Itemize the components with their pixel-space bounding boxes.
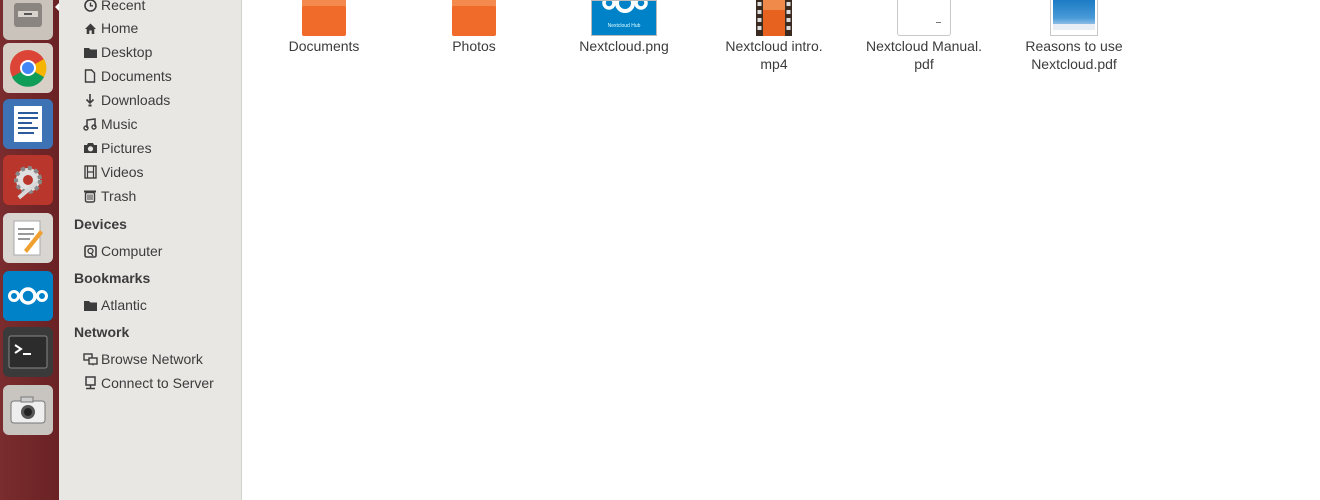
sidebar-item-label: Connect to Server (101, 375, 214, 391)
sidebar-item-music[interactable]: Music (82, 113, 138, 135)
sidebar-item-label: Browse Network (101, 351, 203, 367)
home-icon (82, 20, 98, 36)
sidebar-item-label: Atlantic (101, 297, 147, 313)
sidebar-item-label: Desktop (101, 44, 153, 60)
video-icon (699, 0, 849, 36)
sidebar-item-downloads[interactable]: Downloads (82, 89, 170, 111)
devices-heading: Devices (74, 216, 127, 232)
pdf-icon (999, 0, 1149, 36)
file-name-line2: pdf (914, 56, 934, 72)
server-icon (82, 375, 98, 391)
chrome-launcher-icon[interactable] (3, 43, 53, 93)
file-item-documents[interactable]: Documents (249, 0, 399, 56)
sidebar-item-pictures[interactable]: Pictures (82, 137, 152, 159)
trash-icon (82, 188, 98, 204)
sidebar-item-label: Computer (101, 243, 163, 259)
folder-icon (399, 0, 549, 36)
file-item-photos[interactable]: Photos (399, 0, 549, 56)
writer-launcher-icon[interactable] (3, 99, 53, 149)
file-name-line2: Nextcloud.pdf (1031, 56, 1117, 72)
sidebar-item-atlantic[interactable]: Atlantic (82, 294, 147, 316)
folder-icon (82, 44, 98, 60)
sidebar-item-computer[interactable]: Computer (82, 240, 162, 262)
network-icon (82, 351, 98, 367)
file-item-nextcloud-manual-pdf[interactable]: Nextcloud Manual. pdf (849, 0, 999, 72)
files-launcher-icon[interactable] (3, 0, 53, 40)
file-item-reasons-to-use-nextcloud-pdf[interactable]: Reasons to use Nextcloud.pdf (999, 0, 1149, 72)
file-name: Nextcloud Manual. (866, 38, 982, 54)
sidebar-item-connect-to-server[interactable]: Connect to Server (82, 372, 214, 394)
file-item-nextcloud-png[interactable]: Nextcloud Hub Nextcloud.png (549, 0, 699, 56)
sidebar-item-label: Videos (101, 164, 144, 180)
sidebar-item-label: Trash (101, 188, 137, 204)
sidebar-item-documents[interactable]: Documents (82, 65, 172, 87)
sidebar-item-desktop[interactable]: Desktop (82, 41, 152, 63)
file-name: Nextcloud intro. (725, 38, 823, 54)
document-icon (82, 68, 98, 84)
file-name: Photos (452, 38, 496, 54)
sidebar-item-videos[interactable]: Videos (82, 161, 144, 183)
sidebar-item-label: Documents (101, 68, 172, 84)
file-item-nextcloud-intro-mp4[interactable]: Nextcloud intro. mp4 (699, 0, 849, 72)
network-heading: Network (74, 324, 130, 340)
sidebar-item-recent[interactable]: Recent (82, 0, 145, 16)
camera-launcher-icon[interactable] (3, 385, 53, 435)
image-icon: Nextcloud Hub (549, 0, 699, 36)
sidebar-item-trash[interactable]: Trash (82, 185, 136, 207)
sidebar-item-label: Pictures (101, 140, 152, 156)
file-view: Documents Photos Nextcloud Hub Nextcloud… (243, 0, 1320, 500)
sidebar-item-home[interactable]: Home (82, 17, 138, 39)
file-name-line2: mp4 (760, 56, 788, 72)
clock-icon (82, 0, 98, 13)
pdf-icon (849, 0, 999, 36)
music-icon (82, 116, 98, 132)
thumbnail-caption: Nextcloud Hub (607, 23, 641, 29)
file-name: Documents (288, 38, 360, 54)
download-icon (82, 92, 98, 108)
sidebar-item-label: Music (101, 116, 138, 132)
folder-icon (82, 297, 98, 313)
folder-icon (249, 0, 399, 36)
unity-launcher (0, 0, 60, 500)
file-name: Nextcloud.png (579, 38, 669, 54)
nextcloud-launcher-icon[interactable] (3, 271, 53, 321)
sidebar-item-label: Home (101, 20, 139, 36)
camera-icon (82, 140, 98, 156)
sidebar-item-label: Downloads (101, 92, 171, 108)
settings-launcher-icon[interactable] (3, 155, 53, 205)
places-sidebar: Recent Home Desktop Documents Downloads … (59, 0, 242, 500)
bookmarks-heading: Bookmarks (74, 270, 151, 286)
film-icon (82, 164, 98, 180)
file-name: Reasons to use (1025, 38, 1123, 54)
terminal-launcher-icon[interactable] (3, 327, 53, 377)
sidebar-item-browse-network[interactable]: Browse Network (82, 348, 203, 370)
text-editor-launcher-icon[interactable] (3, 213, 53, 263)
drive-icon (82, 243, 98, 259)
sidebar-item-label: Recent (101, 0, 146, 13)
